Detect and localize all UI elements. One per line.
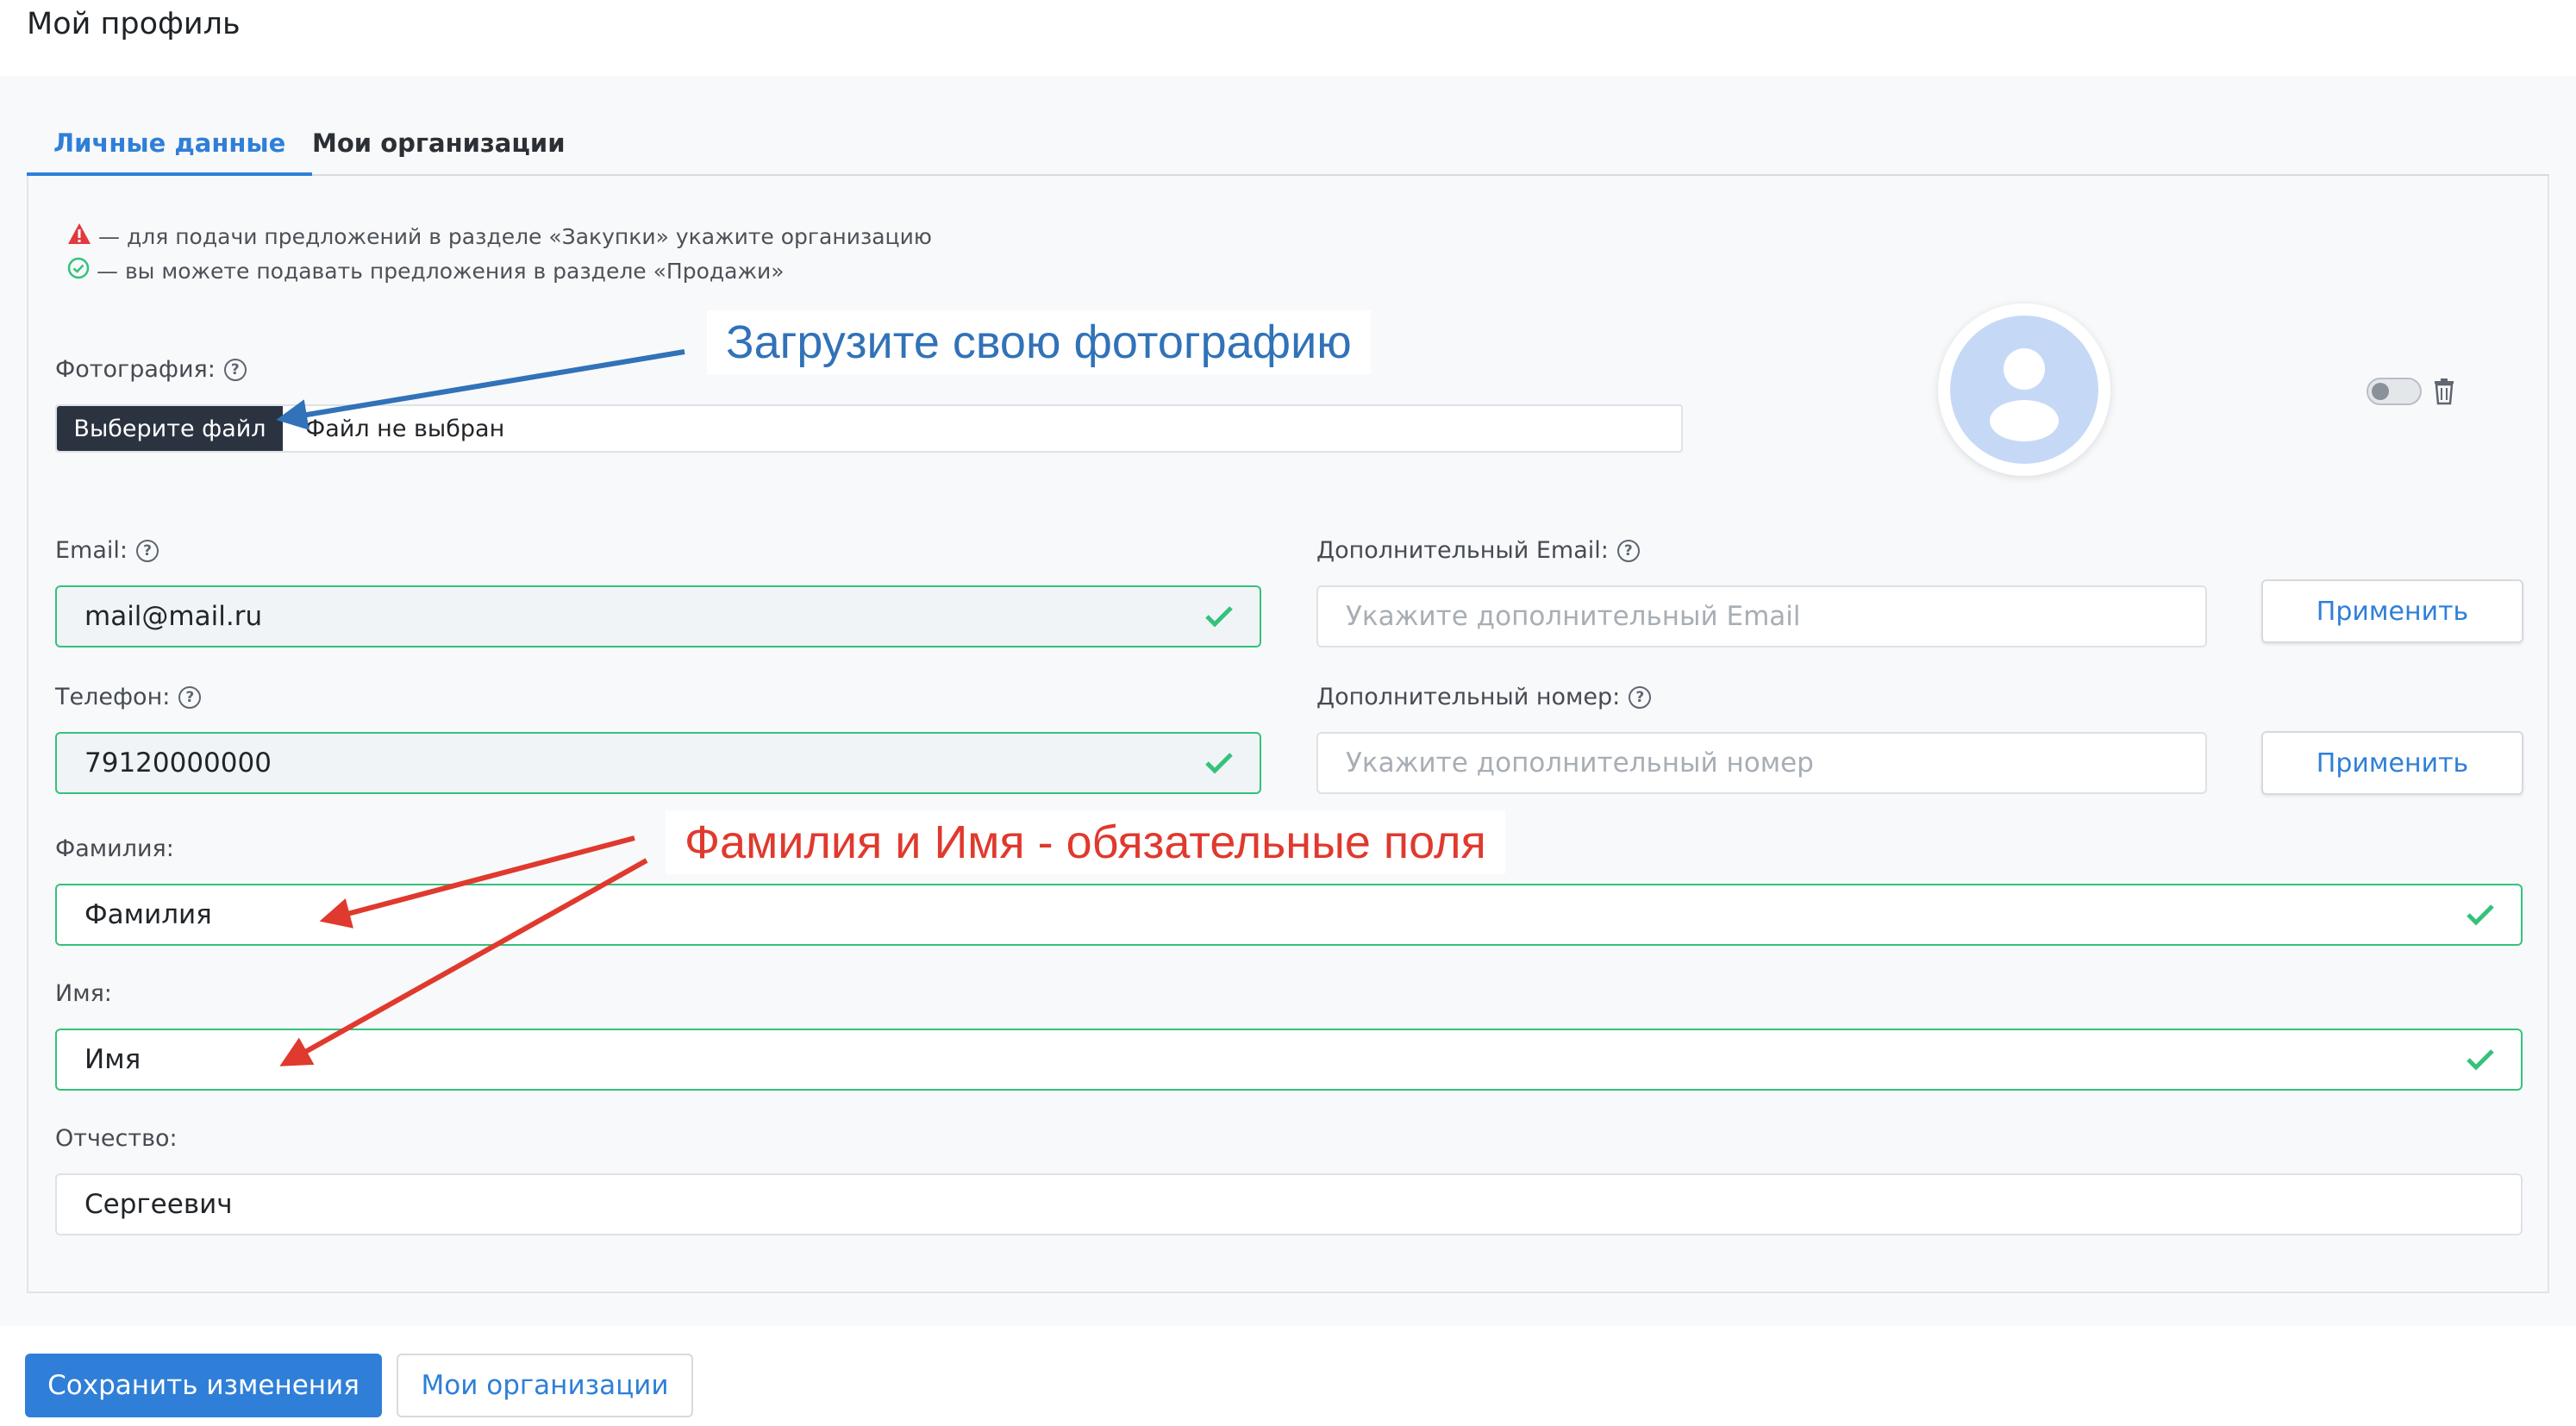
help-icon[interactable]: ? [136, 539, 159, 562]
my-organizations-button[interactable]: Мои организации [397, 1354, 693, 1417]
last-name-value: Фамилия [84, 899, 212, 930]
email-field[interactable]: mail@mail.ru [55, 585, 1261, 647]
photo-hint-annotation: Загрузите свою фотографию [707, 310, 1371, 374]
last-name-field[interactable]: Фамилия [55, 884, 2523, 946]
photo-label: Фотография: ? [55, 356, 247, 383]
extra-phone-input[interactable]: Укажите дополнительный номер [1316, 732, 2207, 794]
apply-phone-button[interactable]: Применить [2261, 731, 2523, 795]
first-name-label: Имя: [55, 980, 112, 1007]
choose-file-button[interactable]: Выберите файл [57, 406, 283, 451]
email-value: mail@mail.ru [84, 601, 263, 632]
help-icon[interactable]: ? [1616, 539, 1640, 562]
email-label-text: Email: [55, 537, 128, 564]
middle-name-field[interactable]: Сергеевич [55, 1173, 2523, 1235]
file-status-text: Файл не выбран [305, 415, 505, 442]
phone-label: Телефон: ? [55, 684, 202, 710]
checkmark-icon [1204, 752, 1242, 774]
avatar-toggle[interactable] [2367, 378, 2422, 405]
middle-name-value: Сергеевич [84, 1189, 233, 1220]
extra-email-input[interactable]: Укажите дополнительный Email [1316, 585, 2207, 647]
checkmark-icon [2466, 904, 2504, 926]
photo-label-text: Фотография: [55, 356, 216, 383]
help-icon[interactable]: ? [223, 358, 247, 381]
phone-field[interactable]: 79120000000 [55, 732, 1261, 794]
extra-phone-label-text: Дополнительный номер: [1316, 684, 1621, 710]
help-icon[interactable]: ? [178, 685, 202, 709]
tab-personal-data[interactable]: Личные данные [27, 126, 313, 176]
check-circle-icon [67, 257, 90, 285]
extra-email-label-text: Дополнительный Email: [1316, 537, 1609, 564]
avatar [1938, 303, 2110, 476]
save-changes-button[interactable]: Сохранить изменения [25, 1354, 382, 1417]
legend-ok: — вы можете подавать предложения в разде… [67, 257, 785, 285]
first-name-label-text: Имя: [55, 980, 112, 1007]
trash-icon[interactable] [2433, 378, 2455, 409]
legend-warning: — для подачи предложений в разделе «Заку… [67, 222, 932, 250]
middle-name-label-text: Отчество: [55, 1125, 178, 1152]
first-name-value: Имя [84, 1044, 141, 1075]
help-icon[interactable]: ? [1629, 685, 1652, 709]
phone-label-text: Телефон: [55, 684, 171, 710]
page-title: Мой профиль [27, 7, 241, 41]
extra-phone-placeholder: Укажите дополнительный номер [1346, 747, 1814, 779]
tab-bar: Личные данные Мои организации [27, 105, 2549, 176]
legend-warning-text: — для подачи предложений в разделе «Заку… [98, 223, 932, 249]
first-name-field[interactable]: Имя [55, 1029, 2523, 1091]
extra-phone-label: Дополнительный номер: ? [1316, 684, 1652, 710]
apply-email-button[interactable]: Применить [2261, 579, 2523, 643]
phone-value: 79120000000 [84, 747, 272, 779]
photo-file-input[interactable]: Выберите файл Файл не выбран [55, 404, 1683, 453]
last-name-label: Фамилия: [55, 835, 174, 862]
legend-ok-text: — вы можете подавать предложения в разде… [97, 258, 785, 284]
warning-triangle-icon [67, 222, 91, 250]
tab-my-organizations[interactable]: Мои организации [285, 126, 592, 176]
required-fields-annotation: Фамилия и Имя - обязательные поля [666, 810, 1505, 874]
extra-email-label: Дополнительный Email: ? [1316, 537, 1640, 564]
user-placeholder-icon [1950, 316, 2098, 464]
middle-name-label: Отчество: [55, 1125, 178, 1152]
last-name-label-text: Фамилия: [55, 835, 174, 862]
checkmark-icon [1204, 605, 1242, 628]
extra-email-placeholder: Укажите дополнительный Email [1346, 601, 1801, 632]
checkmark-icon [2466, 1048, 2504, 1071]
email-label: Email: ? [55, 537, 159, 564]
